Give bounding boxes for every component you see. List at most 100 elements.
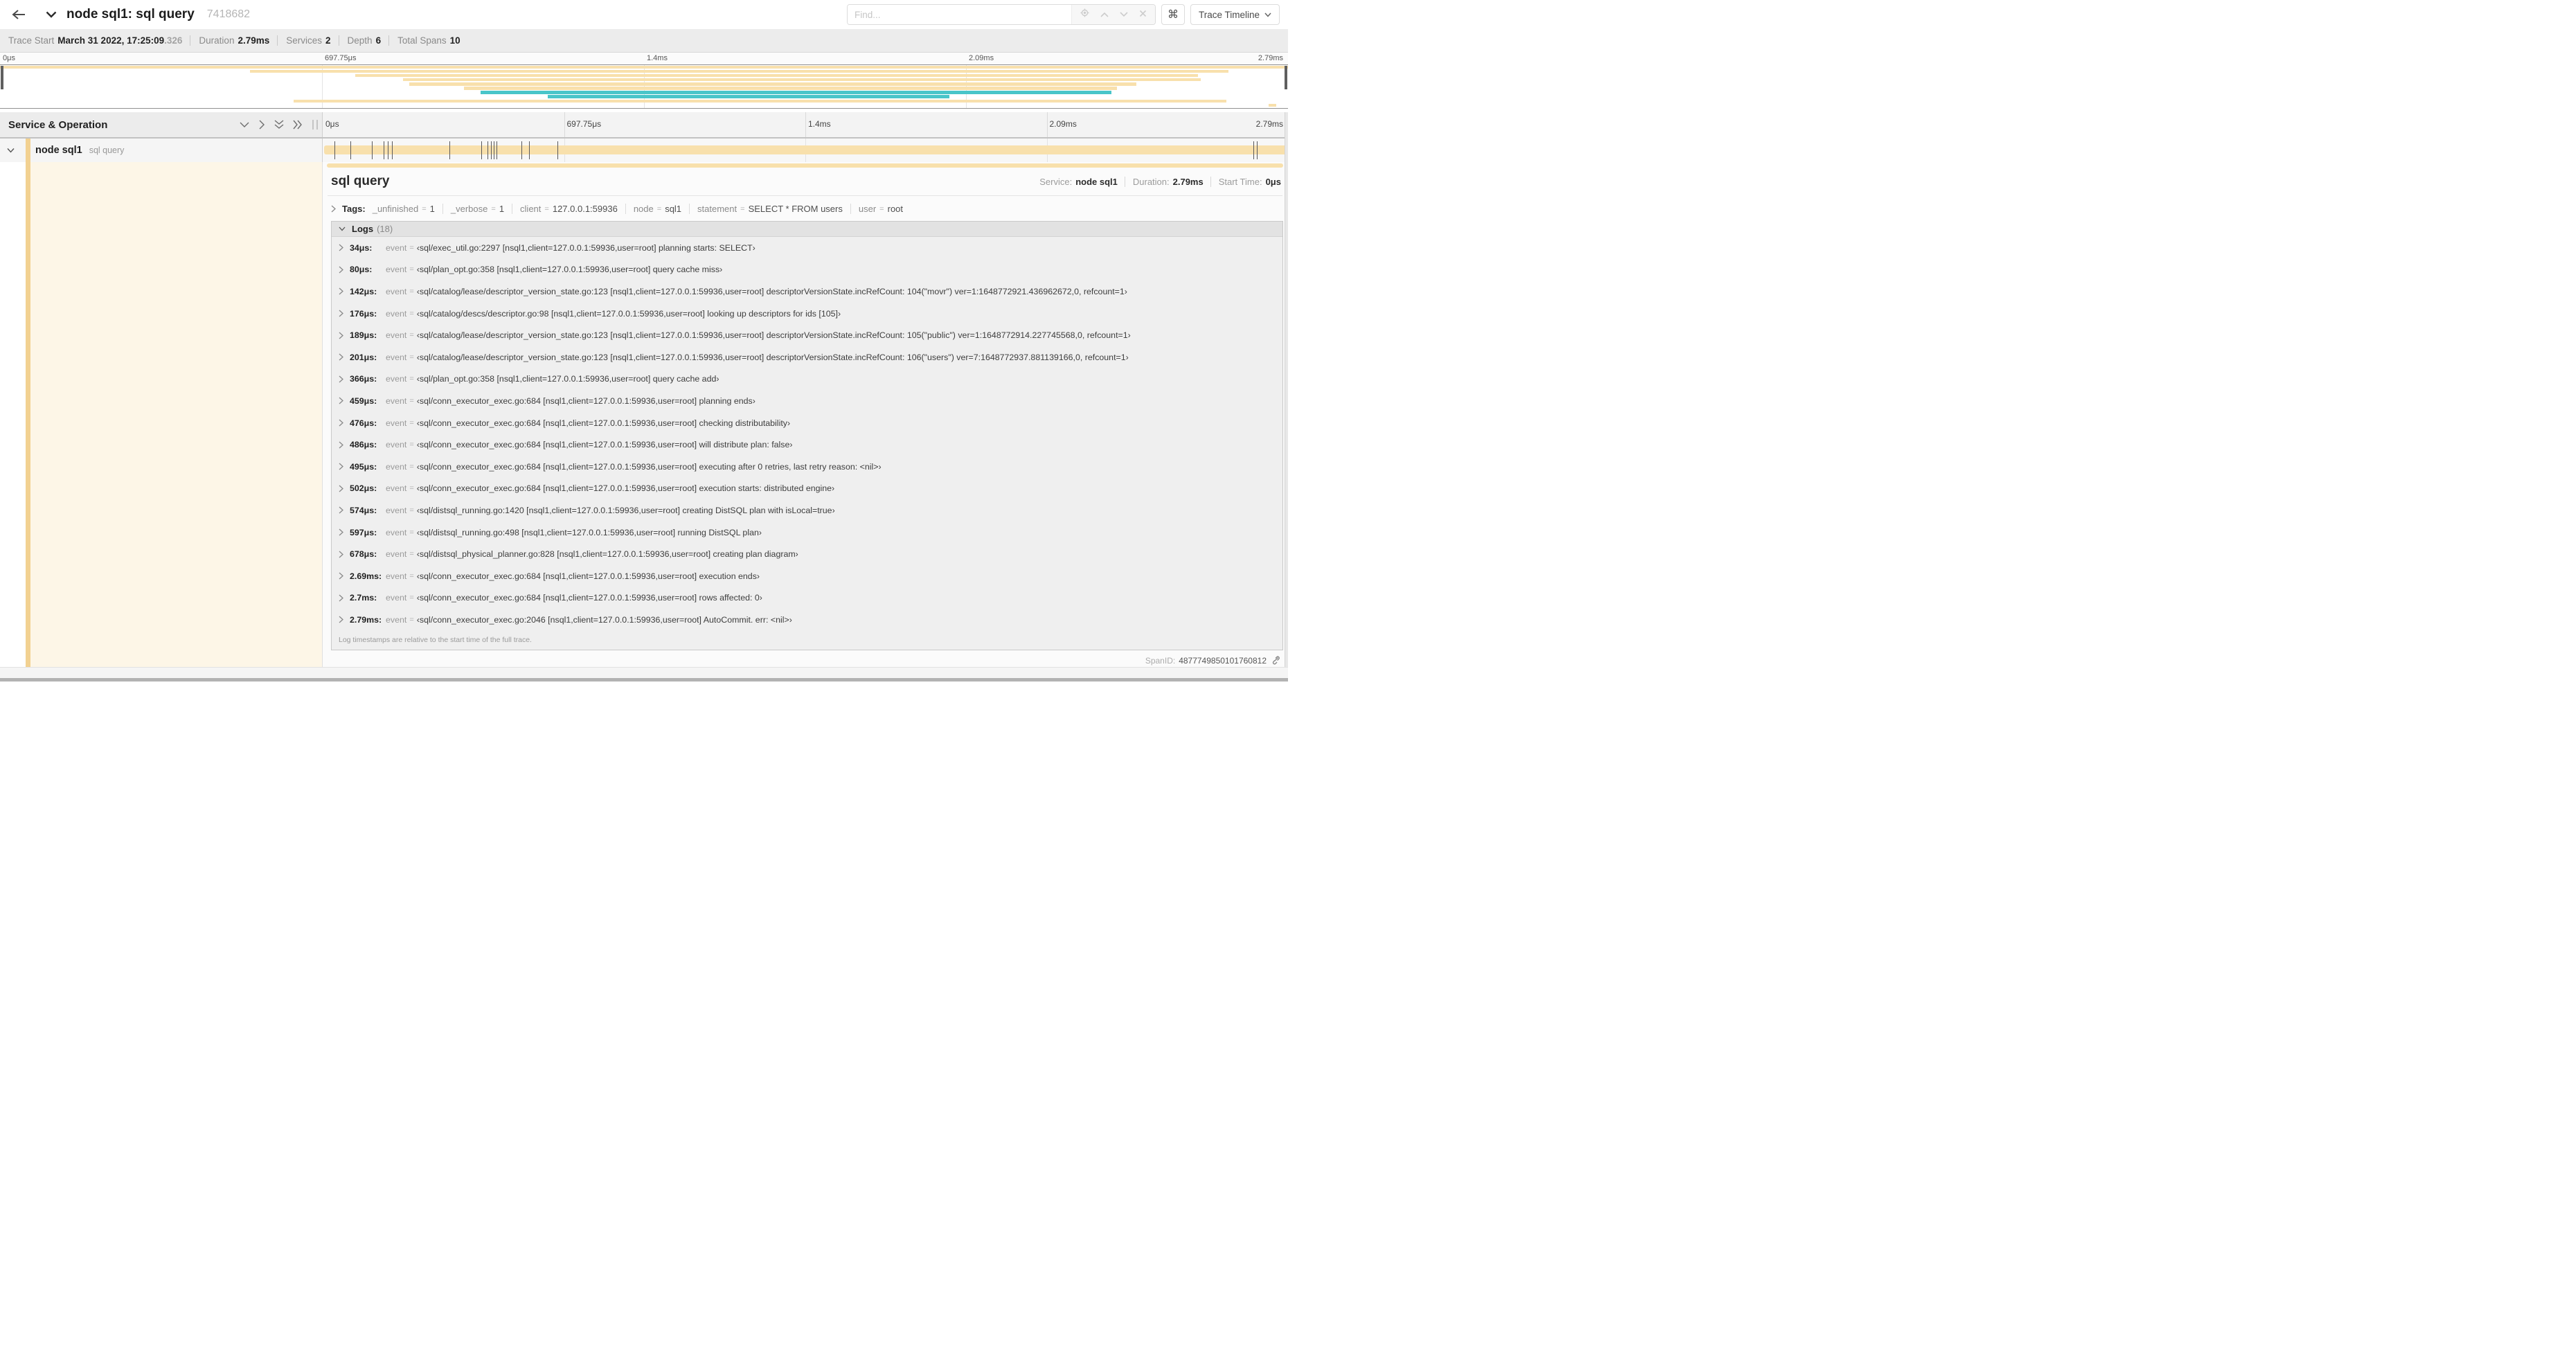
log-marker[interactable] — [529, 141, 530, 159]
minimap-ruler-tick: 0μs — [3, 54, 15, 62]
log-entry[interactable]: 495μs: event = ‹sql/conn_executor_exec.g… — [332, 456, 1282, 478]
trace-view-selector[interactable]: Trace Timeline — [1190, 4, 1280, 25]
ruler-tick: 1.4ms — [808, 119, 831, 129]
log-marker[interactable] — [481, 141, 483, 159]
expand-one-icon[interactable] — [258, 120, 265, 130]
span-row-bar-column[interactable] — [322, 139, 1288, 162]
log-entry[interactable]: 597μs: event = ‹sql/distsql_running.go:4… — [332, 522, 1282, 544]
find-input[interactable] — [847, 5, 1071, 24]
minimap-span — [249, 70, 1229, 73]
timeline-minimap[interactable] — [0, 64, 1288, 109]
log-entry[interactable]: 201μs: event = ‹sql/catalog/lease/descri… — [332, 346, 1282, 368]
collapse-one-icon[interactable] — [240, 121, 249, 128]
find-box — [846, 4, 1156, 25]
span-overview-item: Start Time: 0μs — [1210, 177, 1281, 187]
chevron-right-icon[interactable] — [339, 266, 343, 274]
log-entry[interactable]: 2.69ms: event = ‹sql/conn_executor_exec.… — [332, 565, 1282, 587]
service-color-stripe — [26, 162, 30, 667]
log-entry[interactable]: 80μs: event = ‹sql/plan_opt.go:358 [nsql… — [332, 259, 1282, 281]
trace-stat: Duration 2.79ms — [190, 35, 269, 46]
log-marker[interactable] — [557, 141, 558, 159]
span-id-label: SpanID: — [1145, 655, 1176, 666]
chevron-right-icon[interactable] — [339, 310, 343, 317]
minimap-scrubber-right[interactable] — [1285, 66, 1287, 89]
logs-header[interactable]: Logs (18) — [332, 222, 1282, 237]
chevron-right-icon[interactable] — [339, 332, 343, 339]
link-icon[interactable] — [1271, 656, 1280, 665]
service-color-stripe — [26, 139, 30, 162]
chevron-right-icon[interactable] — [339, 375, 343, 383]
chevron-right-icon[interactable] — [339, 506, 343, 514]
tags-row[interactable]: Tags: _unfinished = 1 _verbose = 1 clien… — [331, 204, 1281, 214]
chevron-right-icon[interactable] — [339, 244, 343, 251]
log-entry[interactable]: 142μs: event = ‹sql/catalog/lease/descri… — [332, 280, 1282, 303]
log-marker[interactable] — [521, 141, 522, 159]
chevron-right-icon[interactable] — [339, 353, 343, 361]
tag-item: node = sql1 — [625, 204, 681, 214]
log-marker[interactable] — [490, 141, 492, 159]
log-entry[interactable]: 486μs: event = ‹sql/conn_executor_exec.g… — [332, 434, 1282, 456]
log-entry[interactable]: 366μs: event = ‹sql/plan_opt.go:358 [nsq… — [332, 368, 1282, 391]
log-entry[interactable]: 2.7ms: event = ‹sql/conn_executor_exec.g… — [332, 587, 1282, 609]
log-marker[interactable] — [334, 141, 335, 159]
chevron-right-icon[interactable] — [331, 205, 336, 213]
chevron-right-icon[interactable] — [339, 441, 343, 449]
back-button[interactable] — [8, 4, 29, 25]
span-name: sql query — [331, 174, 390, 188]
collapse-all-icon[interactable] — [274, 120, 284, 130]
column-resizer[interactable] — [312, 120, 318, 130]
log-marker[interactable] — [392, 141, 393, 159]
log-entry[interactable]: 476μs: event = ‹sql/conn_executor_exec.g… — [332, 412, 1282, 434]
span-overview-item: Duration: 2.79ms — [1124, 177, 1204, 187]
log-entry[interactable]: 502μs: event = ‹sql/conn_executor_exec.g… — [332, 478, 1282, 500]
chevron-right-icon[interactable] — [339, 397, 343, 404]
chevron-right-icon[interactable] — [339, 528, 343, 536]
log-entry[interactable]: 459μs: event = ‹sql/conn_executor_exec.g… — [332, 390, 1282, 412]
log-marker[interactable] — [350, 141, 351, 159]
log-entry[interactable]: 678μs: event = ‹sql/distsql_physical_pla… — [332, 543, 1282, 565]
log-entry[interactable]: 34μs: event = ‹sql/exec_util.go:2297 [ns… — [332, 237, 1282, 259]
log-entry[interactable]: 574μs: event = ‹sql/distsql_running.go:1… — [332, 499, 1282, 522]
timeline-ruler: 0μs 697.75μs 1.4ms 2.09ms 2.79ms — [322, 112, 1288, 137]
locate-icon[interactable] — [1080, 8, 1089, 21]
tags-label: Tags: — [342, 204, 366, 214]
span-duration-bar[interactable] — [324, 145, 1287, 154]
chevron-right-icon[interactable] — [339, 616, 343, 623]
log-entry[interactable]: 176μs: event = ‹sql/catalog/descs/descri… — [332, 303, 1282, 325]
chevron-right-icon[interactable] — [339, 551, 343, 558]
collapse-trace-header-icon[interactable] — [46, 11, 57, 18]
detail-row-highlight — [30, 162, 322, 667]
chevron-right-icon[interactable] — [339, 485, 343, 492]
log-marker[interactable] — [449, 141, 450, 159]
minimap-span — [355, 74, 1198, 78]
chevron-right-icon[interactable] — [339, 572, 343, 580]
trace-stat: Depth 6 — [338, 35, 381, 46]
span-collapse-icon[interactable] — [7, 148, 15, 153]
chevron-right-icon[interactable] — [339, 419, 343, 427]
page-title: node sql1: sql query — [66, 7, 195, 21]
tag-item: user = root — [850, 204, 903, 214]
log-marker[interactable] — [371, 141, 373, 159]
minimap-ruler-tick: 2.09ms — [969, 54, 994, 62]
log-entry[interactable]: 2.79ms: event = ‹sql/conn_executor_exec.… — [332, 609, 1282, 631]
log-marker[interactable] — [1253, 141, 1255, 159]
scrollbar-track[interactable] — [1285, 112, 1288, 667]
ruler-tick: 2.79ms — [1255, 119, 1283, 129]
log-marker[interactable] — [1256, 141, 1258, 159]
keyboard-shortcuts-button[interactable]: ⌘ — [1161, 4, 1185, 25]
log-entry[interactable]: 189μs: event = ‹sql/catalog/lease/descri… — [332, 324, 1282, 346]
prev-match-icon[interactable] — [1100, 8, 1109, 21]
minimap-span — [1269, 103, 1277, 107]
tag-item: _unfinished = 1 — [372, 204, 435, 214]
clear-find-icon[interactable] — [1139, 8, 1147, 21]
chevron-right-icon[interactable] — [339, 463, 343, 470]
span-row-name-column[interactable]: node sql1 sql query — [0, 139, 322, 162]
minimap-scrubber-left[interactable] — [1, 66, 3, 89]
expand-all-icon[interactable] — [293, 120, 303, 130]
minimap-ruler-tick: 2.79ms — [1258, 54, 1283, 62]
chevron-right-icon[interactable] — [339, 287, 343, 295]
chevron-right-icon[interactable] — [339, 594, 343, 602]
next-match-icon[interactable] — [1120, 8, 1128, 21]
span-row[interactable]: node sql1 sql query — [0, 139, 1288, 162]
logs-count: (18) — [377, 224, 393, 234]
